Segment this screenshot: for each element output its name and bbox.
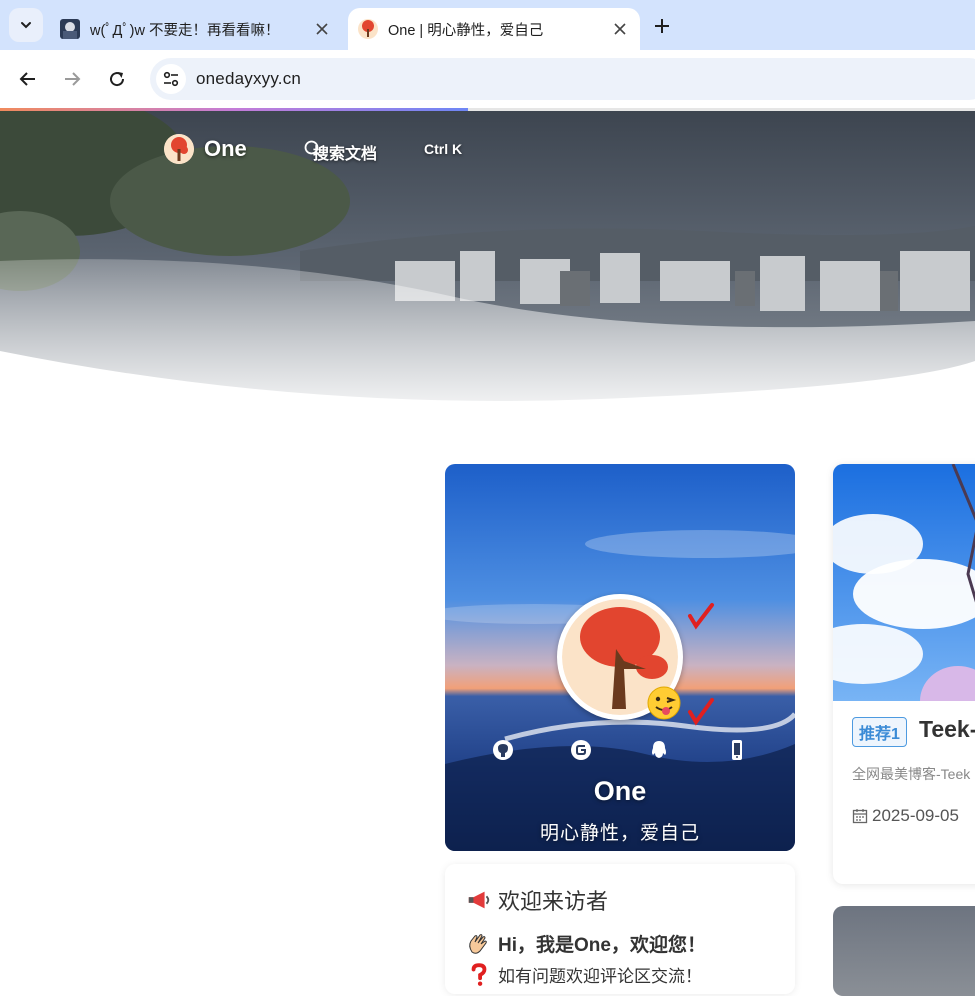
site-navbar: One 搜索文档 Ctrl K [0, 111, 975, 189]
tab-active[interactable]: One | 明心静性，爱自己 [348, 8, 640, 50]
arrow-right-icon [65, 72, 81, 86]
hero-banner: One 搜索文档 Ctrl K [0, 111, 975, 431]
forward-button[interactable] [56, 63, 88, 95]
tab-strip: w(ﾟДﾟ)w 不要走！再看看嘛！ One | 明心静性，爱自己 [0, 0, 975, 50]
anime-favicon-icon [60, 19, 80, 39]
question-mark-icon [471, 962, 487, 986]
post-date: 2025-09-05 [852, 806, 959, 826]
tongue-emoji-icon [647, 686, 681, 720]
post-cover-image [833, 464, 975, 701]
post-tag: 推荐1 [852, 717, 907, 747]
site-info-button[interactable] [156, 64, 186, 94]
check-mark-icon [688, 698, 714, 726]
reload-button[interactable] [101, 63, 133, 95]
profile-motto: 明心静性，爱自己 [539, 823, 700, 844]
tree-favicon-icon [358, 19, 378, 39]
reload-icon [110, 72, 125, 87]
tab-inactive[interactable]: w(ﾟДﾟ)w 不要走！再看看嘛！ [50, 8, 342, 50]
site-logo[interactable] [164, 134, 194, 164]
tab-title: One | 明心静性，爱自己 [388, 22, 544, 39]
profile-name: One [593, 776, 647, 806]
waving-hand-icon [469, 933, 487, 954]
welcome-greeting-text: Hi，我是One，欢迎您！ [498, 935, 706, 956]
phone-icon [732, 740, 742, 760]
chevron-down-icon [21, 22, 31, 29]
back-button[interactable] [12, 63, 44, 95]
tab-title: w(ﾟДﾟ)w 不要走！再看看嘛！ [90, 22, 280, 39]
welcome-greeting: Hi，我是One，欢迎您！ [466, 930, 706, 957]
github-link[interactable] [491, 738, 515, 762]
post-date-text: 2025-09-05 [872, 806, 959, 825]
github-icon [493, 740, 513, 760]
url-text[interactable]: onedayxyy.cn [196, 69, 301, 89]
post-title[interactable]: Teek- [919, 716, 975, 743]
post-description: 全网最美博客-Teek [852, 766, 971, 782]
search-shortcut: Ctrl K [424, 141, 463, 157]
welcome-title-text: 欢迎来访者 [498, 889, 609, 914]
megaphone-icon [468, 891, 490, 909]
tree-logo-icon [164, 134, 194, 164]
search-icon [304, 140, 322, 158]
phone-link[interactable] [725, 738, 749, 762]
close-tab-icon[interactable] [608, 17, 632, 41]
check-mark-icon [688, 603, 714, 630]
arrow-left-icon [19, 72, 35, 86]
post-card[interactable]: 推荐1 Teek- 全网最美博客-Teek 2025-09-05 [833, 464, 975, 884]
profile-card: One 明心静性，爱自己 [445, 464, 795, 851]
welcome-note: 如有问题欢迎评论区交流！ [466, 962, 702, 987]
site-brand[interactable]: One [204, 136, 247, 162]
gitee-icon [571, 740, 591, 760]
gitee-link[interactable] [569, 738, 593, 762]
new-tab-button[interactable] [648, 12, 676, 40]
tune-icon [163, 71, 179, 87]
search-button[interactable]: 搜索文档 [304, 140, 377, 164]
address-bar[interactable]: onedayxyy.cn [150, 58, 975, 100]
close-tab-icon[interactable] [310, 17, 334, 41]
welcome-title: 欢迎来访者 [466, 884, 608, 916]
browser-toolbar: onedayxyy.cn [0, 50, 975, 108]
welcome-note-text: 如有问题欢迎评论区交流！ [498, 967, 702, 986]
plus-icon [655, 19, 669, 33]
qq-icon [652, 741, 666, 758]
welcome-card: 欢迎来访者 Hi，我是One，欢迎您！ 如有问题欢迎评论区交流！ [445, 864, 795, 994]
calendar-icon [852, 809, 868, 824]
post-card[interactable] [833, 906, 975, 996]
search-label: 搜索文档 [313, 146, 378, 163]
qq-link[interactable] [647, 738, 671, 762]
tab-search-button[interactable] [9, 8, 43, 42]
